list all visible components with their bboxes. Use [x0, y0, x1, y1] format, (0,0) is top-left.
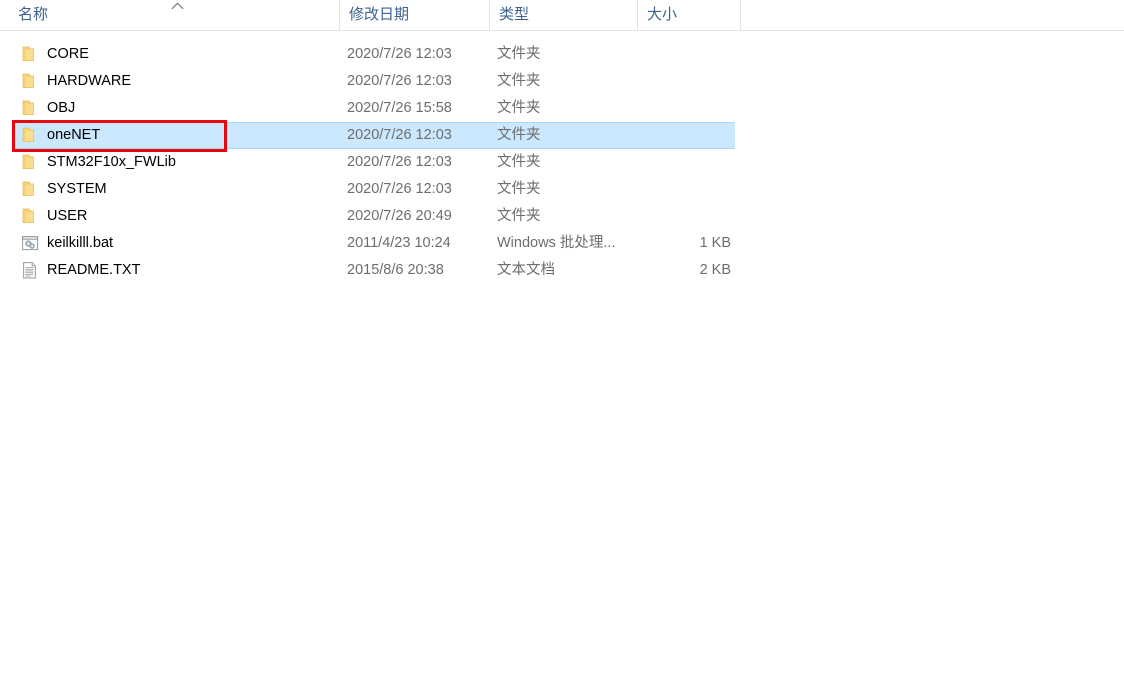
file-type: 文件夹	[497, 73, 541, 89]
file-name: USER	[47, 208, 88, 224]
folder-icon	[21, 72, 41, 91]
column-header-size-label: 大小	[647, 6, 678, 23]
file-type: Windows 批处理...	[497, 235, 616, 251]
file-date-modified: 2011/4/23 10:24	[347, 235, 451, 251]
file-row[interactable]: CORE 2020/7/26 12:03 文件夹	[0, 41, 1124, 68]
file-size	[631, 149, 731, 176]
file-size	[631, 122, 731, 149]
file-type: 文件夹	[497, 154, 541, 170]
column-header-date-modified[interactable]: 修改日期	[339, 0, 489, 30]
file-date-modified: 2020/7/26 12:03	[347, 181, 452, 197]
file-name: keilkilll.bat	[47, 235, 114, 251]
column-header-date-modified-label: 修改日期	[349, 6, 410, 23]
batch-file-icon	[21, 234, 41, 253]
column-header-type[interactable]: 类型	[489, 0, 637, 30]
file-type: 文件夹	[497, 181, 541, 197]
file-date-modified: 2020/7/26 12:03	[347, 154, 452, 170]
file-row[interactable]: STM32F10x_FWLib 2020/7/26 12:03 文件夹	[0, 149, 1124, 176]
file-explorer-details-view: 名称 修改日期 类型 大小 CORE 2020/7/26 12:03 文件夹 HARD…	[0, 0, 1124, 687]
file-size	[631, 176, 731, 203]
file-row[interactable]: oneNET 2020/7/26 12:03 文件夹	[0, 122, 1124, 149]
file-size: 1 KB	[699, 235, 731, 251]
folder-icon	[21, 45, 41, 64]
file-row[interactable]: keilkilll.bat 2011/4/23 10:24 Windows 批处理.…	[0, 230, 1124, 257]
folder-icon	[21, 180, 41, 199]
file-date-modified: 2020/7/26 12:03	[347, 73, 452, 89]
folder-icon	[21, 126, 41, 145]
folder-icon	[21, 153, 41, 172]
file-size	[631, 68, 731, 95]
file-type: 文件夹	[497, 208, 541, 224]
file-row[interactable]: SYSTEM 2020/7/26 12:03 文件夹	[0, 176, 1124, 203]
file-date-modified: 2020/7/26 20:49	[347, 208, 452, 224]
folder-icon	[21, 99, 41, 118]
file-name: README.TXT	[47, 262, 141, 278]
file-name: STM32F10x_FWLib	[47, 154, 176, 170]
file-name: oneNET	[47, 127, 101, 143]
file-row[interactable]: USER 2020/7/26 20:49 文件夹	[0, 203, 1124, 230]
file-name: CORE	[47, 46, 89, 62]
column-header-name-label: 名称	[18, 6, 49, 23]
file-size: 2 KB	[699, 262, 731, 278]
file-date-modified: 2020/7/26 15:58	[347, 100, 452, 116]
caret-up-icon	[171, 2, 184, 10]
file-size	[631, 95, 731, 122]
file-type: 文件夹	[497, 127, 541, 143]
folder-icon	[21, 207, 41, 226]
column-header-bar: 名称 修改日期 类型 大小	[0, 0, 1124, 31]
file-type: 文件夹	[497, 100, 541, 116]
file-size	[631, 203, 731, 230]
column-header-size[interactable]: 大小	[637, 0, 740, 30]
file-row[interactable]: README.TXT 2015/8/6 20:38 文本文档 2 KB	[0, 257, 1124, 284]
file-size	[631, 41, 731, 68]
file-name: OBJ	[47, 100, 76, 116]
file-date-modified: 2015/8/6 20:38	[347, 262, 444, 278]
file-name: SYSTEM	[47, 181, 107, 197]
file-date-modified: 2020/7/26 12:03	[347, 127, 452, 143]
column-header-end-divider	[740, 0, 741, 30]
file-row[interactable]: HARDWARE 2020/7/26 12:03 文件夹	[0, 68, 1124, 95]
text-document-icon	[21, 261, 41, 280]
file-name: HARDWARE	[47, 73, 132, 89]
column-header-type-label: 类型	[499, 6, 530, 23]
file-date-modified: 2020/7/26 12:03	[347, 46, 452, 62]
file-row[interactable]: OBJ 2020/7/26 15:58 文件夹	[0, 95, 1124, 122]
file-type: 文件夹	[497, 46, 541, 62]
file-list: CORE 2020/7/26 12:03 文件夹 HARDWARE 2020/7/26 …	[0, 41, 1124, 284]
file-type: 文本文档	[497, 262, 555, 278]
